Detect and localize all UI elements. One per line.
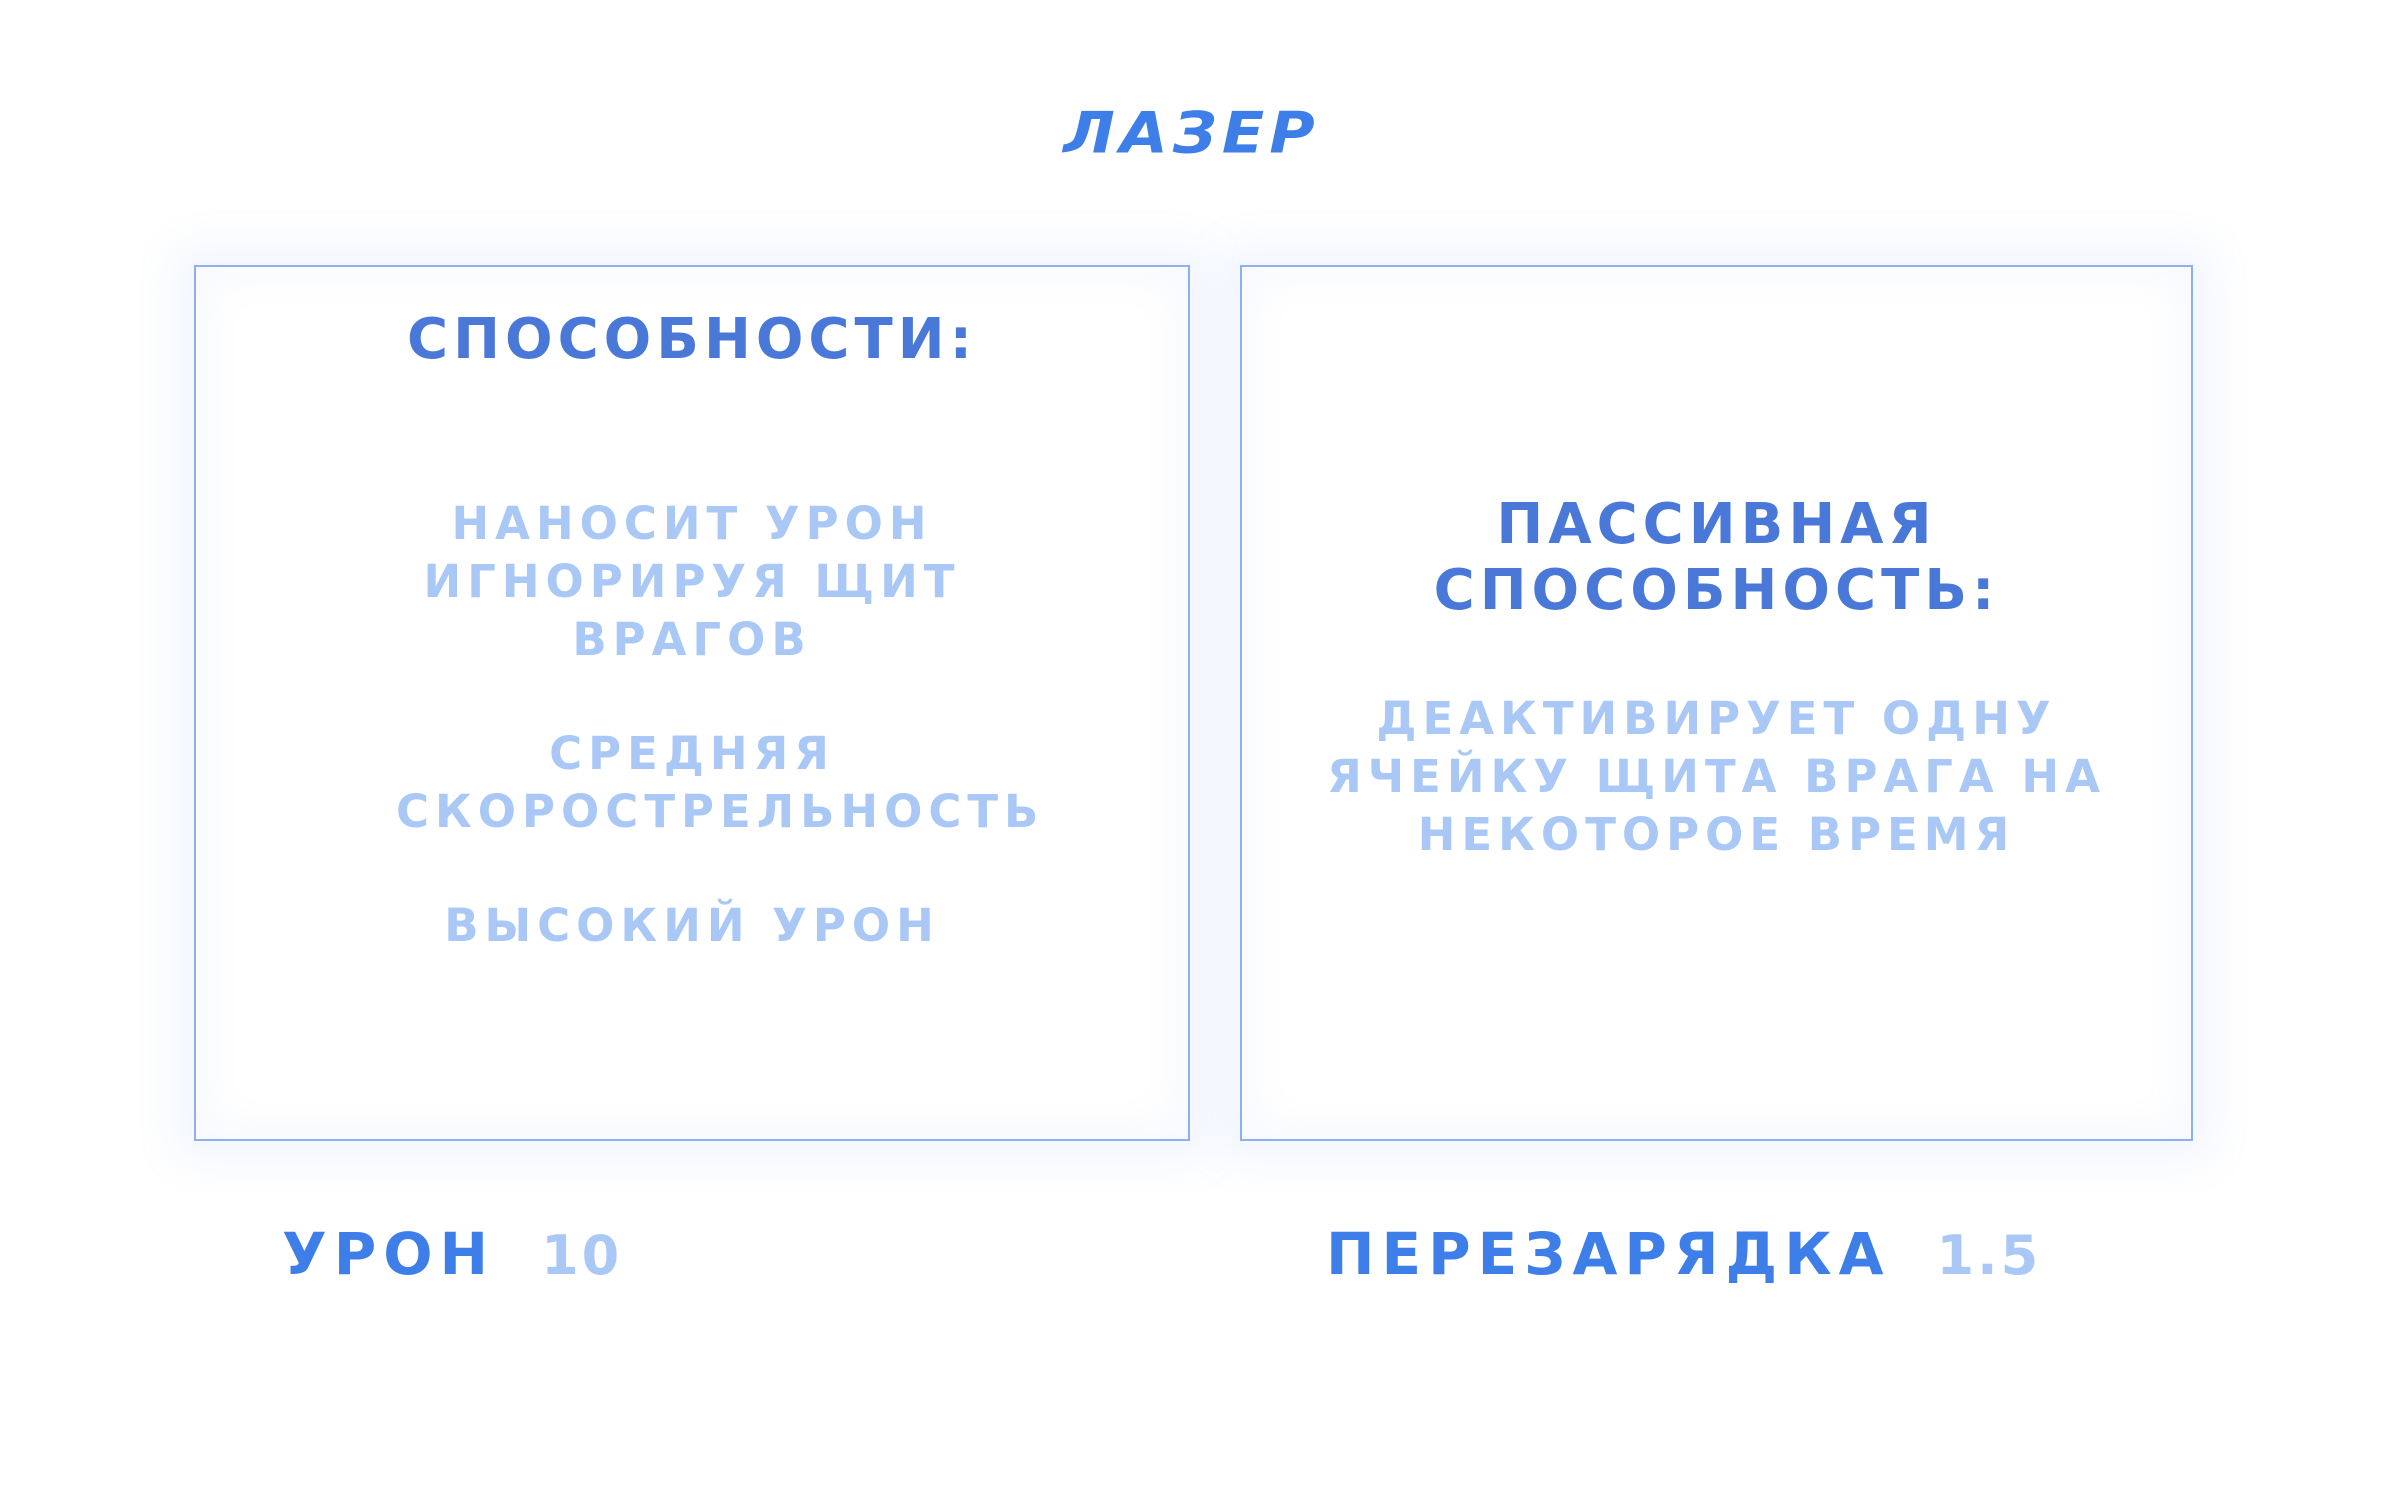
passive-panel: ПАССИВНАЯ СПОСОБНОСТЬ: ДЕАКТИВИРУЕТ ОДНУ… [1240, 265, 2193, 1141]
ability-item-shield-ignore: НАНОСИТ УРОН ИГНОРИРУЯ ЩИТ ВРАГОВ [423, 497, 961, 666]
passive-heading: ПАССИВНАЯ СПОСОБНОСТЬ: [1433, 492, 2000, 623]
weapon-title: ЛАЗЕР [1063, 98, 1320, 167]
damage-stat: УРОН 10 [282, 1220, 622, 1288]
reload-stat: ПЕРЕЗАРЯДКА 1.5 [1326, 1220, 2041, 1288]
damage-value: 10 [541, 1224, 623, 1287]
damage-label: УРОН [282, 1220, 496, 1288]
reload-value: 1.5 [1936, 1224, 2042, 1287]
abilities-list: НАНОСИТ УРОН ИГНОРИРУЯ ЩИТ ВРАГОВ СРЕДНЯ… [196, 495, 1188, 1011]
abilities-panel: СПОСОБНОСТИ: НАНОСИТ УРОН ИГНОРИРУЯ ЩИТ … [194, 265, 1190, 1141]
passive-description: ДЕАКТИВИРУЕТ ОДНУ ЯЧЕЙКУ ЩИТА ВРАГА НА Н… [1327, 692, 2106, 861]
ability-item-fire-rate: СРЕДНЯЯ СКОРОСТРЕЛЬНОСТЬ [396, 727, 1045, 838]
reload-label: ПЕРЕЗАРЯДКА [1326, 1220, 1891, 1288]
abilities-heading: СПОСОБНОСТИ: [407, 307, 977, 372]
ability-item-high-damage: ВЫСОКИЙ УРОН [444, 899, 940, 952]
